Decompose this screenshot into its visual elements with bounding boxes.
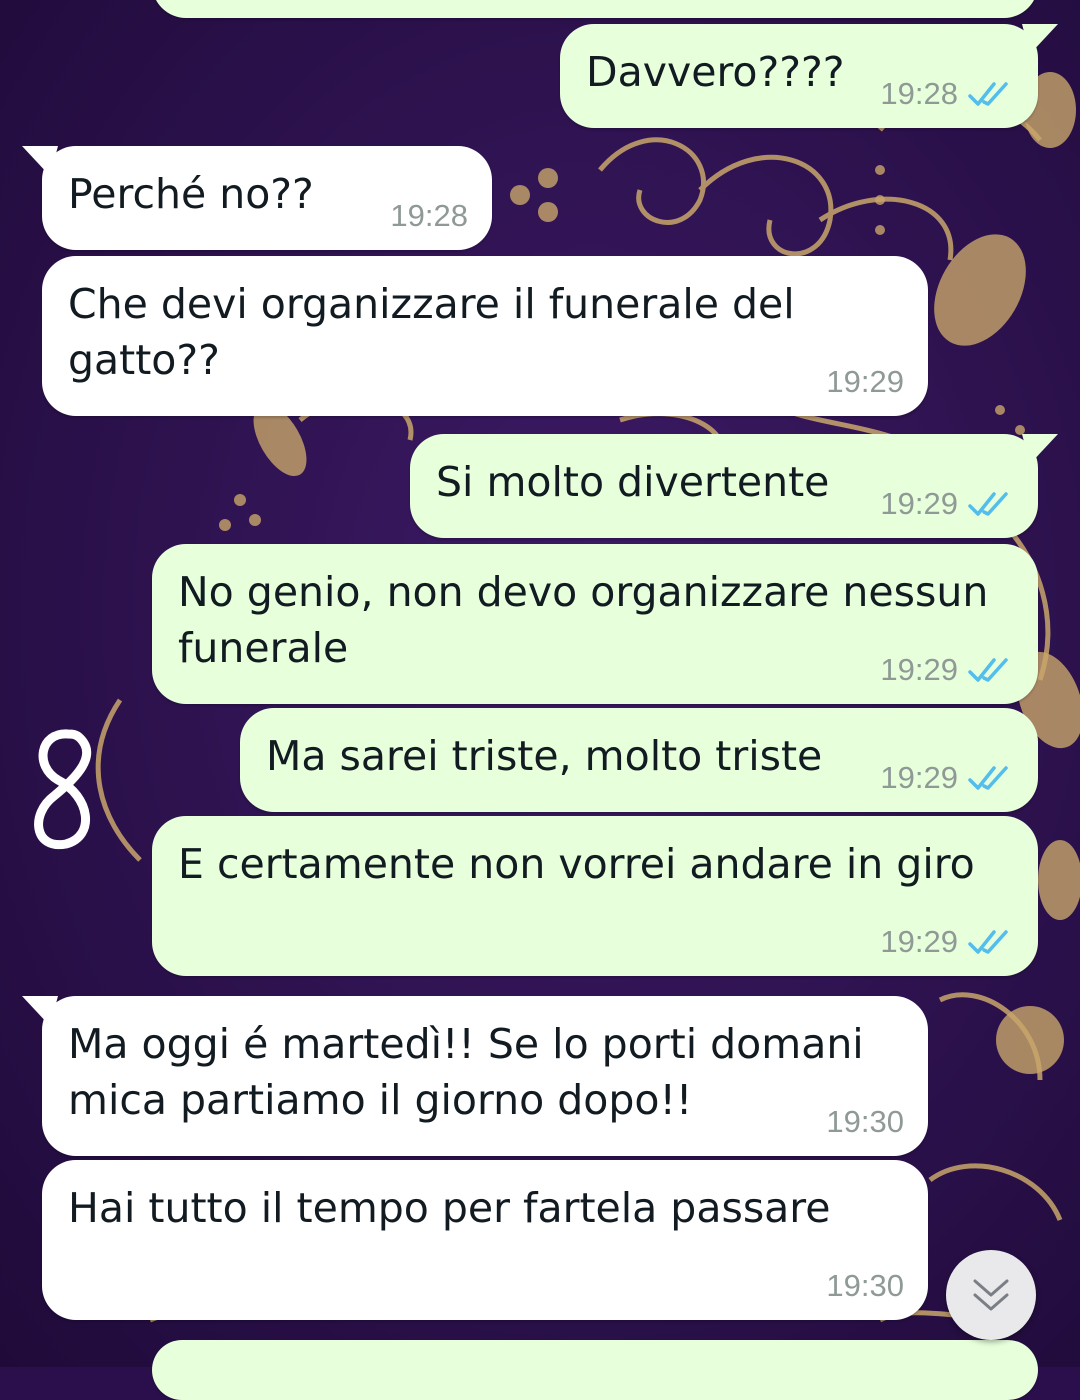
message-bubble-outgoing[interactable]: Davvero???? 19:28 <box>560 24 1058 128</box>
message-text: Ma sarei triste, molto triste <box>266 732 823 780</box>
message-bubble-incoming[interactable]: Hai tutto il tempo per fartela passare 1… <box>42 1160 928 1320</box>
message-bubble-outgoing[interactable]: No genio, non devo organizzare nessun fu… <box>152 544 1038 704</box>
message-text: Hai tutto il tempo per fartela passare <box>68 1184 831 1232</box>
message-text: Che devi organizzare il funerale del gat… <box>68 280 795 384</box>
message-bubble-partial-top <box>152 0 1038 18</box>
message-text: Ma oggi é martedì!! Se lo porti domani m… <box>68 1020 864 1124</box>
message-bubble-incoming[interactable]: Perché no?? 19:28 <box>22 146 492 250</box>
double-check-icon <box>968 492 1008 516</box>
message-time: 19:28 <box>880 76 958 111</box>
message-bubble-partial-bottom <box>152 1340 1038 1400</box>
message-bubble-outgoing[interactable]: E certamente non vorrei andare in giro 1… <box>152 816 1038 976</box>
handwritten-8-doodle <box>34 729 91 850</box>
message-time: 19:28 <box>390 198 468 233</box>
message-text: E certamente non vorrei andare in giro <box>178 840 975 888</box>
double-check-icon <box>968 930 1008 954</box>
message-bubble-outgoing[interactable]: Ma sarei triste, molto triste 19:29 <box>240 708 1038 812</box>
message-time: 19:30 <box>826 1268 904 1303</box>
message-time: 19:29 <box>880 652 958 687</box>
message-text: Davvero???? <box>586 48 845 96</box>
message-bubble-incoming[interactable]: Ma oggi é martedì!! Se lo porti domani m… <box>22 996 928 1156</box>
message-time: 19:30 <box>826 1104 904 1139</box>
bubble-tail <box>22 996 58 1026</box>
bubble-tail <box>1022 24 1058 54</box>
double-chevron-down-icon <box>973 1279 1009 1311</box>
message-bubble-incoming[interactable]: Che devi organizzare il funerale del gat… <box>42 256 928 416</box>
bubble-tail <box>1022 434 1058 464</box>
double-check-icon <box>968 658 1008 682</box>
message-bubble-outgoing[interactable]: Si molto divertente 19:29 <box>410 434 1058 538</box>
message-time: 19:29 <box>826 364 904 399</box>
double-check-icon <box>968 766 1008 790</box>
message-time: 19:29 <box>880 486 958 521</box>
message-text: Perché no?? <box>68 170 314 218</box>
scroll-to-bottom-button[interactable] <box>946 1250 1036 1340</box>
bubble-tail <box>22 146 58 176</box>
message-text: Si molto divertente <box>436 458 830 506</box>
message-text: No genio, non devo organizzare nessun fu… <box>178 568 989 672</box>
message-time: 19:29 <box>880 924 958 959</box>
message-time: 19:29 <box>880 760 958 795</box>
double-check-icon <box>968 82 1008 106</box>
